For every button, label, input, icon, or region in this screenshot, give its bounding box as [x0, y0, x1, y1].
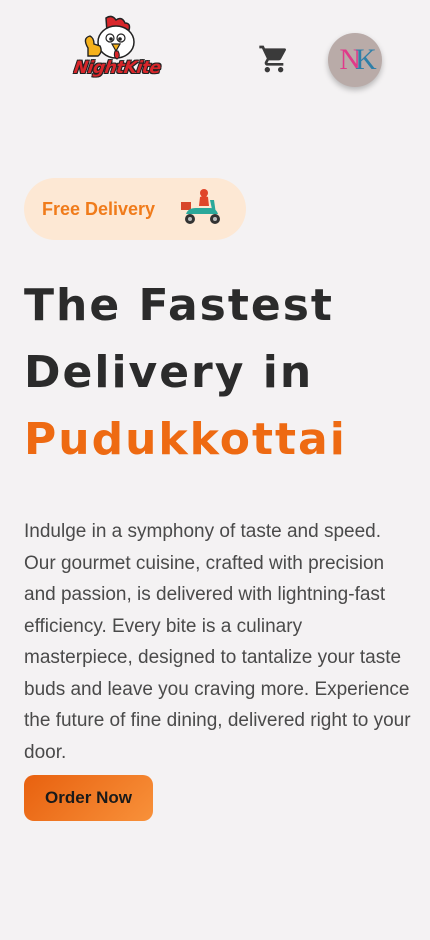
- avatar-initial-n: N: [339, 43, 361, 76]
- hero-description: Indulge in a symphony of taste and speed…: [24, 521, 411, 763]
- headline-line-1: The Fastest: [24, 280, 334, 331]
- cart-icon: [259, 45, 287, 73]
- avatar-initial-k: K: [355, 43, 377, 76]
- order-now-button[interactable]: Order Now: [24, 775, 153, 821]
- header: NightKite N K: [0, 0, 430, 120]
- user-avatar[interactable]: N K: [328, 33, 382, 87]
- headline-city: Pudukkottai: [24, 414, 347, 465]
- badge-label: Free Delivery: [42, 198, 156, 219]
- free-delivery-badge: Free Delivery: [24, 178, 246, 240]
- cart-button[interactable]: [258, 42, 290, 76]
- hero-headline: The Fastest Delivery in Pudukkottai: [24, 272, 424, 473]
- delivery-scooter-icon: [181, 189, 220, 224]
- headline-line-2: Delivery in: [24, 347, 314, 398]
- brand-logo[interactable]: NightKite: [66, 14, 170, 102]
- logo-wordmark: NightKite: [72, 58, 163, 78]
